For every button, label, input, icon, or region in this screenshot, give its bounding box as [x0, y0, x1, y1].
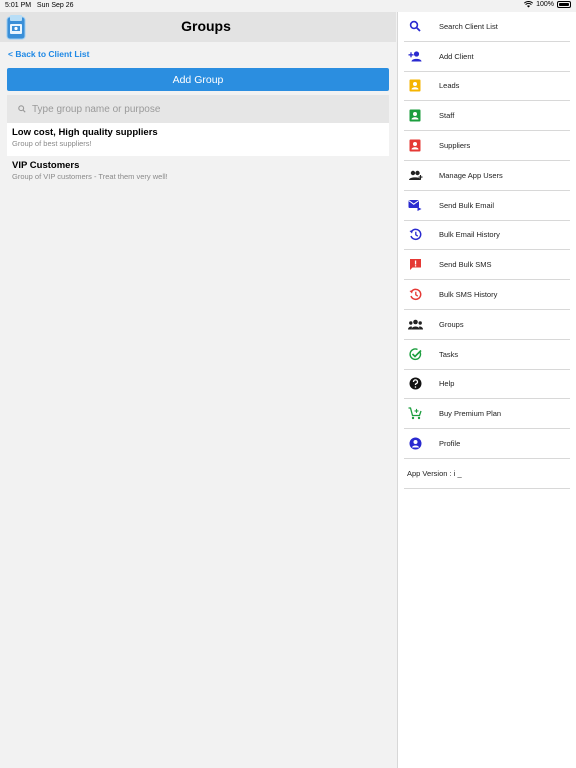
sidebar-menu: Search Client List Add Client Leads Staf…	[397, 12, 576, 768]
add-person-icon	[407, 48, 423, 64]
back-to-client-list-link[interactable]: < Back to Client List	[8, 49, 89, 59]
search-icon	[12, 105, 32, 113]
main-panel: Groups < Back to Client List Add Group L…	[0, 12, 396, 768]
sidebar-item-manage-app-users[interactable]: Manage App Users	[404, 161, 570, 191]
people-add-icon	[407, 167, 423, 183]
status-right: 100%	[524, 1, 571, 8]
group-description: Group of best suppliers!	[12, 139, 92, 148]
sidebar-item-label: Send Bulk Email	[439, 200, 495, 210]
sidebar-item-send-bulk-email[interactable]: Send Bulk Email	[404, 191, 570, 221]
group-item-vip-customers[interactable]: VIP Customers Group of VIP customers - T…	[7, 156, 389, 189]
sidebar-item-label: Suppliers	[439, 141, 471, 151]
sidebar-item-label: Manage App Users	[439, 170, 503, 180]
sidebar-item-search-client-list[interactable]: Search Client List	[404, 12, 570, 42]
sidebar-item-add-client[interactable]: Add Client	[404, 42, 570, 72]
header-bar: Groups	[0, 12, 396, 42]
sidebar-item-label: Profile	[439, 439, 461, 449]
sidebar-item-bulk-email-history[interactable]: Bulk Email History	[404, 221, 570, 251]
sidebar-item-label: Staff	[439, 111, 455, 121]
status-time: 5:01 PM Sun Sep 26	[5, 2, 74, 9]
page-title: Groups	[181, 18, 231, 34]
sidebar-item-label: Bulk Email History	[439, 230, 500, 240]
sidebar-item-buy-premium-plan[interactable]: Buy Premium Plan	[404, 399, 570, 430]
battery-icon	[557, 1, 571, 8]
sidebar-item-label: Search Client List	[439, 21, 498, 31]
task-check-icon	[407, 346, 423, 362]
sidebar-item-label: Tasks	[439, 349, 459, 359]
sidebar-item-profile[interactable]: Profile	[404, 429, 570, 459]
search-icon	[407, 18, 423, 34]
help-icon	[407, 376, 423, 392]
sidebar-item-help[interactable]: Help	[404, 370, 570, 400]
sidebar-item-label: Buy Premium Plan	[439, 409, 502, 419]
sms-alert-icon	[407, 257, 423, 273]
contact-card-icon	[407, 78, 423, 94]
group-search-bar	[7, 95, 389, 123]
group-search-input[interactable]	[32, 103, 389, 115]
sidebar-item-groups[interactable]: Groups	[404, 310, 570, 340]
battery-percent: 100%	[536, 1, 554, 8]
history-icon	[407, 287, 423, 303]
group-item-low-cost-suppliers[interactable]: Low cost, High quality suppliers Group o…	[7, 123, 389, 156]
sidebar-item-leads[interactable]: Leads	[404, 72, 570, 102]
group-name: VIP Customers	[12, 160, 80, 171]
status-bar: 5:01 PM Sun Sep 26 100%	[0, 0, 576, 12]
sidebar-item-label: Send Bulk SMS	[439, 260, 492, 270]
history-icon	[407, 227, 423, 243]
sidebar-item-label: Leads	[439, 81, 460, 91]
sidebar-item-bulk-sms-history[interactable]: Bulk SMS History	[404, 280, 570, 310]
group-icon	[407, 316, 423, 332]
group-description: Group of VIP customers - Treat them very…	[12, 172, 168, 181]
sidebar-item-label: Bulk SMS History	[439, 290, 498, 300]
group-list: Low cost, High quality suppliers Group o…	[7, 123, 389, 189]
sidebar-item-label: Help	[439, 379, 455, 389]
sidebar-item-label: Add Client	[439, 51, 474, 61]
group-name: Low cost, High quality suppliers	[12, 127, 158, 138]
sidebar-item-tasks[interactable]: Tasks	[404, 340, 570, 370]
email-send-icon	[407, 197, 423, 213]
sidebar-item-suppliers[interactable]: Suppliers	[404, 131, 570, 161]
profile-icon	[407, 436, 423, 452]
sidebar-item-send-bulk-sms[interactable]: Send Bulk SMS	[404, 250, 570, 281]
app-version: App Version : i _	[404, 459, 570, 489]
cart-icon	[407, 406, 423, 422]
add-group-button[interactable]: Add Group	[7, 68, 389, 91]
wifi-icon	[524, 1, 534, 8]
sidebar-item-staff[interactable]: Staff	[404, 101, 570, 132]
sidebar-item-label: Groups	[439, 319, 464, 329]
contact-card-icon	[407, 138, 423, 154]
contact-card-icon	[407, 108, 423, 124]
